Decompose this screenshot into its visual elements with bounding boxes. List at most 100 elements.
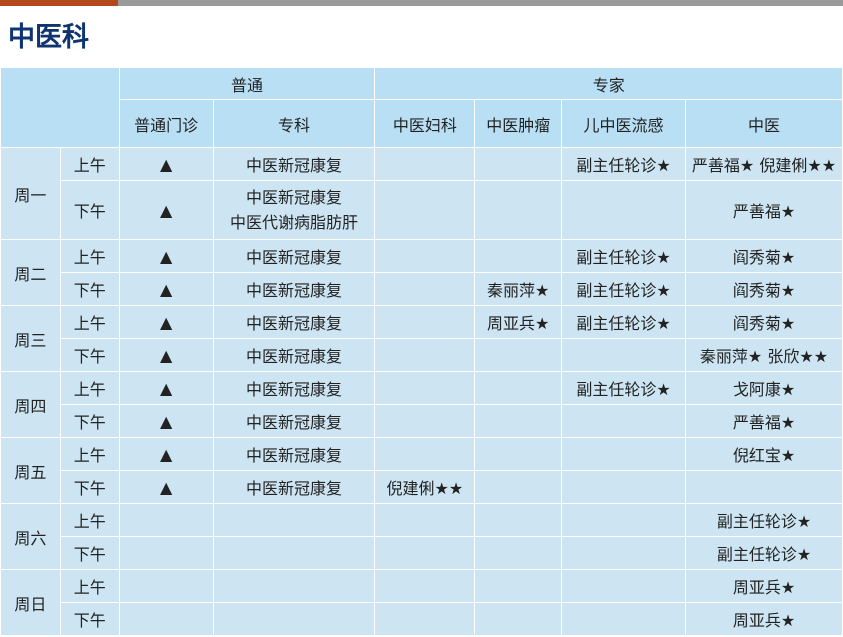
cell-zhongyi: 阎秀菊★ [684,239,843,273]
cell-putong: ▲ [118,338,214,372]
cell-putong [118,503,214,537]
cell-zhuanke: 中医新冠康复 [212,147,376,181]
cell-zhongyi: 严善福★ 倪建俐★★ [684,147,843,181]
cell-zhongyi: 倪红宝★ [684,437,843,471]
cell-putong: ▲ [118,404,214,438]
cell-zhongyi [684,470,843,504]
period-label: 下午 [59,180,120,240]
table-row: 周六 上午 副主任轮诊★ [0,503,843,570]
period-label: 上午 [59,239,120,273]
cell-erke: 副主任轮诊★ [561,147,686,181]
header-group-zhuanjia: 专家 [374,67,843,100]
cell-fuke [374,503,476,537]
period-label: 下午 [59,272,120,306]
cell-zhuanke: 中医新冠康复 [212,404,376,438]
cell-zhongliu [474,404,563,438]
table-row: 周三 上午 ▲ 中医新冠康复 周亚兵★ 副主任轮诊★ 阎秀菊★ [0,305,843,372]
cell-zhongyi: 阎秀菊★ [684,305,843,339]
period-label: 下午 [59,602,120,636]
cell-zhongliu [474,147,563,181]
cell-fuke [374,371,476,405]
cell-erke [561,503,686,537]
cell-putong [118,602,214,636]
cell-zhuanke: 中医新冠康复 [212,239,376,273]
top-bar-accent [0,0,118,6]
cell-fuke [374,147,476,181]
cell-erke [561,404,686,438]
cell-fuke [374,272,476,306]
table-row: 周五 上午 ▲ 中医新冠康复 倪红宝★ [0,437,843,504]
day-label: 周五 [0,437,61,504]
header-group-putong: 普通 [118,67,376,100]
cell-zhuanke [212,569,376,603]
period-label: 上午 [59,569,120,603]
day-label: 周六 [0,503,61,570]
top-bar [0,0,843,6]
cell-fuke [374,305,476,339]
period-label: 上午 [59,503,120,537]
cell-fuke [374,569,476,603]
period-label: 下午 [59,470,120,504]
cell-erke [561,536,686,570]
cell-zhuanke: 中医新冠康复 [212,470,376,504]
table-row: 周日 上午 周亚兵★ [0,569,843,636]
day-label: 周一 [0,147,61,240]
cell-zhongyi: 阎秀菊★ [684,272,843,306]
table-row: 下午 ▲ 中医新冠康复 倪建俐★★ [1,470,843,504]
day-label: 周二 [0,239,61,306]
table-row: 下午 ▲ 中医新冠康复 严善福★ [1,404,843,438]
table-row: 周一 上午 ▲ 中医新冠康复 副主任轮诊★ 严善福★ 倪建俐★★ [0,147,843,240]
cell-erke [561,180,686,240]
period-label: 上午 [59,147,120,181]
cell-zhongliu [474,437,563,471]
cell-zhongliu [474,180,563,240]
cell-putong: ▲ [118,305,214,339]
cell-zhongyi: 戈阿康★ [684,371,843,405]
period-label: 上午 [59,437,120,471]
cell-putong: ▲ [118,147,214,181]
cell-erke [561,569,686,603]
cell-putong [118,569,214,603]
cell-zhongliu [474,536,563,570]
cell-zhongliu [474,239,563,273]
cell-zhuanke [212,602,376,636]
cell-zhuanke: 中医新冠康复 中医代谢病脂肪肝 [212,180,376,240]
cell-zhuanke: 中医新冠康复 [212,338,376,372]
cell-zhongyi: 严善福★ [684,404,843,438]
cell-erke: 副主任轮诊★ [561,272,686,306]
cell-zhongliu [474,602,563,636]
cell-erke [561,437,686,471]
day-label: 周日 [0,569,61,636]
cell-zhuanke [212,536,376,570]
cell-zhongliu [474,569,563,603]
header-col-fuke: 中医妇科 [374,99,476,148]
cell-erke [561,602,686,636]
cell-zhuanke: 中医新冠康复 [212,437,376,471]
cell-zhongyi: 周亚兵★ [684,569,843,603]
day-label: 周三 [0,305,61,372]
cell-putong: ▲ [118,371,214,405]
cell-erke: 副主任轮诊★ [561,239,686,273]
header-col-putong-menzhen: 普通门诊 [118,99,214,148]
cell-fuke [374,180,476,240]
period-label: 下午 [59,536,120,570]
header-col-erke: 儿中医流感 [561,99,686,148]
cell-putong: ▲ [118,239,214,273]
cell-fuke [374,404,476,438]
cell-fuke [374,536,476,570]
cell-zhongyi: 副主任轮诊★ [684,503,843,537]
table-row: 周二 上午 ▲ 中医新冠康复 副主任轮诊★ 阎秀菊★ [0,239,843,306]
cell-zhongyi: 严善福★ [684,180,843,240]
cell-putong: ▲ [118,180,214,240]
header-col-zhuanke: 专科 [212,99,376,148]
header-col-zhongyi: 中医 [684,99,843,148]
cell-zhongliu [474,371,563,405]
cell-putong: ▲ [118,437,214,471]
period-label: 下午 [59,338,120,372]
period-label: 上午 [59,305,120,339]
cell-erke: 副主任轮诊★ [561,371,686,405]
cell-erke: 副主任轮诊★ [561,305,686,339]
cell-zhuanke: 中医新冠康复 [212,272,376,306]
table-row: 周四 上午 ▲ 中医新冠康复 副主任轮诊★ 戈阿康★ [0,371,843,438]
table-row: 下午 ▲ 中医新冠康复 秦丽萍★ 张欣★★ [1,338,843,372]
